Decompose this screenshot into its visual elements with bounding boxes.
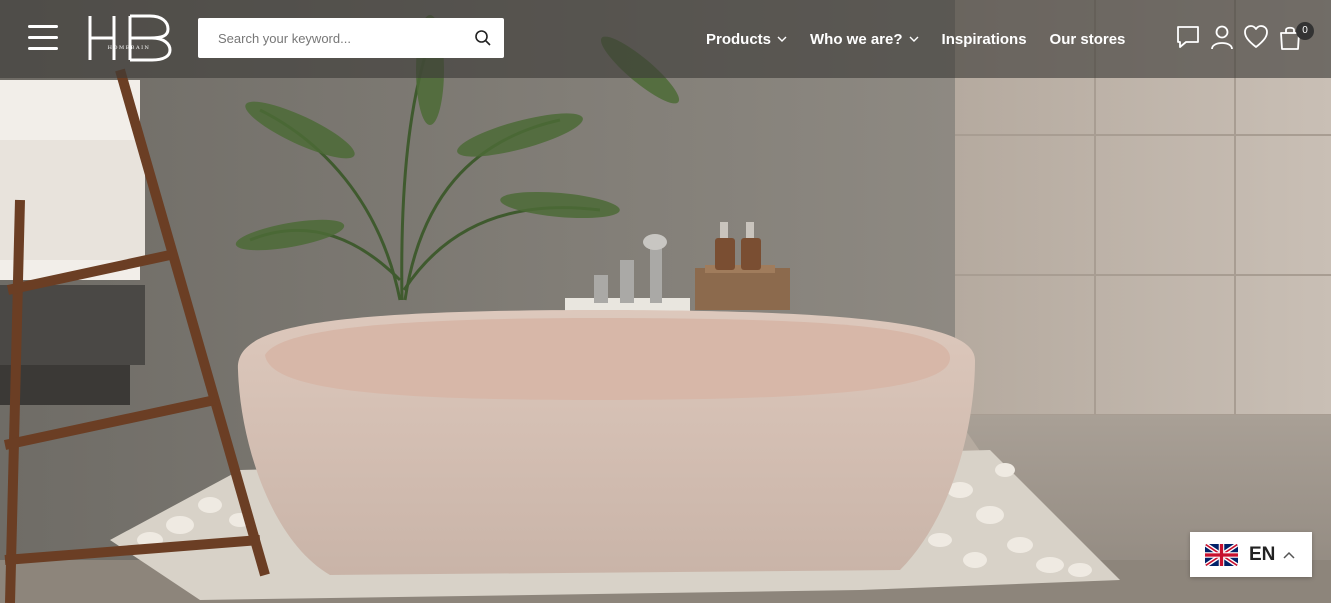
cart-count-badge: 0	[1296, 22, 1314, 40]
nav-item-products[interactable]: Products	[706, 31, 787, 48]
site-logo[interactable]: HOMEBAIN	[84, 12, 174, 64]
nav-item-who-we-are[interactable]: Who we are?	[810, 31, 919, 48]
main-nav: Products Who we are? Inspirations Our st…	[706, 29, 1148, 49]
nav-item-label: Inspirations	[941, 30, 1027, 48]
hero-image	[0, 0, 1331, 603]
site-header: HOMEBAIN Products Who we are? Inspiratio…	[0, 0, 1331, 78]
nav-item-our-stores[interactable]: Our stores	[1050, 31, 1126, 48]
nav-item-label: Our stores	[1049, 30, 1126, 48]
chevron-down-icon	[909, 36, 919, 42]
header-actions	[1175, 24, 1311, 54]
hamburger-menu-icon[interactable]	[28, 25, 58, 53]
logo-mark-icon	[88, 14, 172, 62]
search-box	[198, 18, 504, 58]
language-selector[interactable]: EN	[1190, 532, 1312, 577]
chevron-down-icon	[777, 36, 787, 42]
user-icon[interactable]	[1209, 24, 1235, 50]
nav-item-label: Products	[706, 30, 772, 48]
search-input[interactable]	[198, 18, 473, 58]
language-code: EN	[1249, 543, 1276, 565]
logo-text: HOMEBAIN	[107, 45, 151, 51]
nav-item-inspirations[interactable]: Inspirations	[942, 31, 1027, 48]
chat-icon[interactable]	[1175, 24, 1201, 50]
nav-item-label: Who we are?	[810, 30, 903, 48]
uk-flag-icon	[1205, 542, 1238, 567]
chevron-up-icon	[1283, 551, 1295, 559]
search-icon[interactable]	[474, 29, 492, 47]
heart-icon[interactable]	[1243, 24, 1269, 50]
